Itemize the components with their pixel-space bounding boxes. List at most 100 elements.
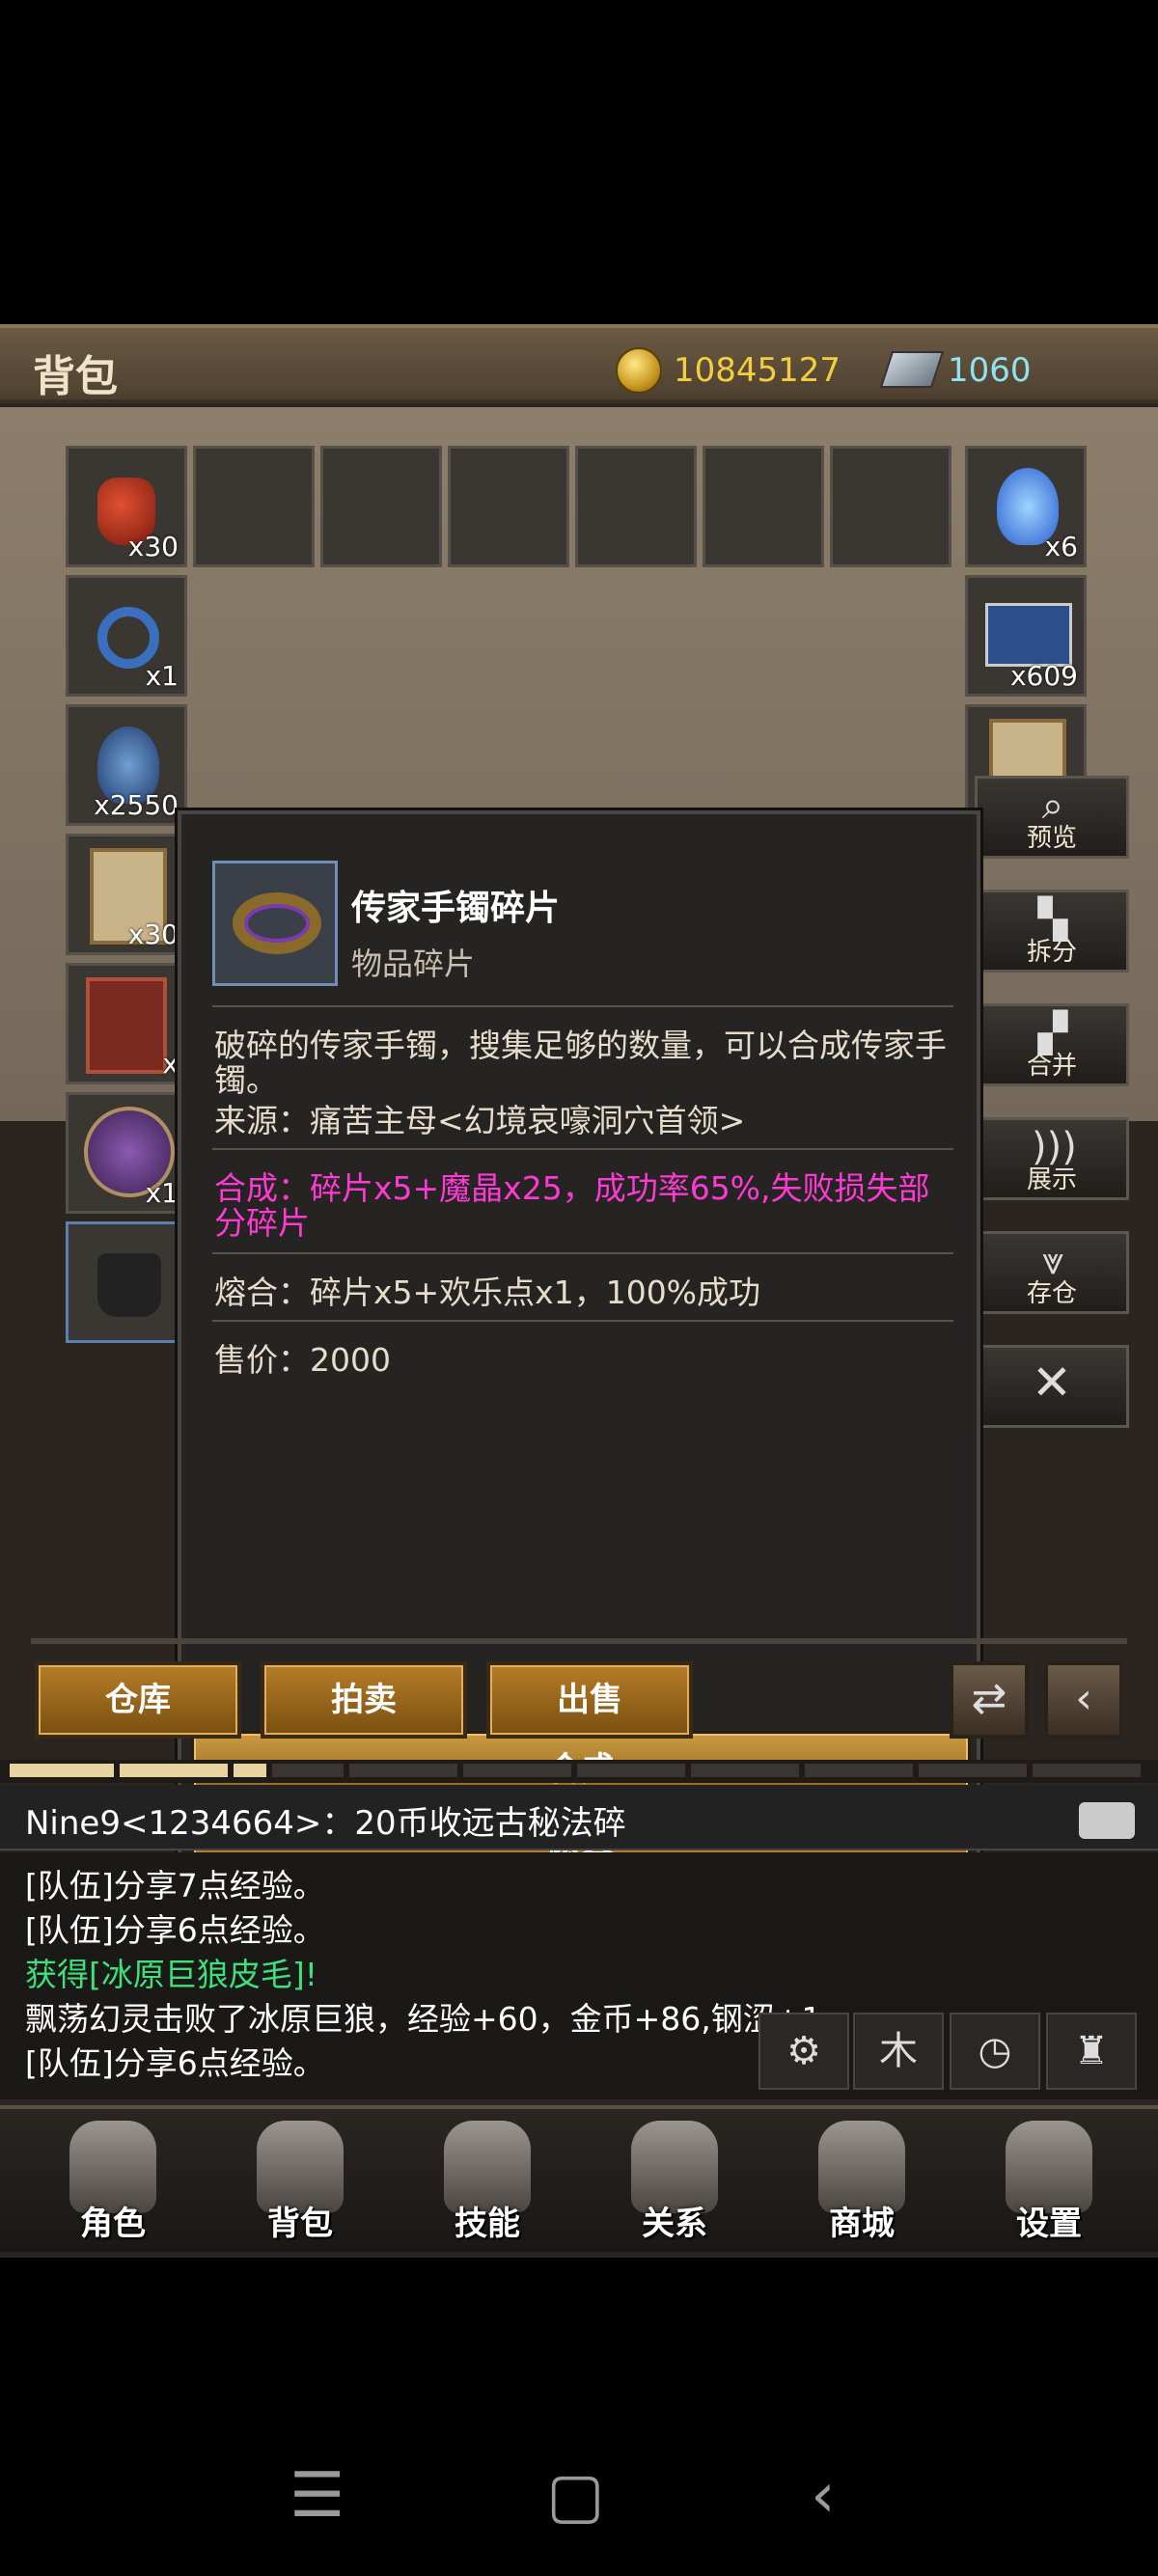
item-count: x	[162, 1048, 179, 1080]
chat-line: [队伍]分享6点经验。	[25, 1911, 325, 1949]
page-tab[interactable]	[805, 1764, 913, 1777]
chat-line: [队伍]分享7点经验。	[25, 1867, 325, 1905]
clock-icon[interactable]: ◷	[950, 2013, 1040, 2090]
item-count: x30	[127, 531, 179, 562]
page-tab[interactable]	[234, 1764, 266, 1777]
warehouse-button[interactable]: 仓库	[35, 1661, 241, 1739]
nav-bag[interactable]: 背包	[228, 2117, 372, 2252]
keyboard-icon[interactable]	[1079, 1802, 1135, 1839]
divider	[31, 1638, 1127, 1644]
item-name: 传家手镯碎片	[351, 889, 561, 928]
inventory-slot[interactable]	[703, 446, 824, 567]
nav-relations[interactable]: 关系	[602, 2117, 747, 2252]
inventory-slot[interactable]	[575, 446, 697, 567]
back-arrow-icon[interactable]: ‹	[1044, 1661, 1123, 1739]
page-title: 背包	[33, 352, 118, 401]
inventory-slot[interactable]	[830, 446, 951, 567]
inventory-slot[interactable]	[193, 446, 315, 567]
chat-line: 飘荡幻灵击败了冰原巨狼，经验+60，金币+86,钢涩+1	[25, 2000, 822, 2038]
divider	[212, 1005, 953, 1007]
chat-line: [队伍]分享6点经验。	[25, 2044, 325, 2082]
bracelet-icon	[233, 892, 321, 954]
page-tab[interactable]	[349, 1764, 457, 1777]
bottom-nav: 角色 背包 技能 关系 商城 设置	[0, 2105, 1158, 2252]
nav-label: 设置	[1016, 2205, 1082, 2243]
gold-amount: 10845127	[674, 351, 841, 390]
game-screen: 背包 10845127 1060 x30 x1 x2550 x30 x x1 x…	[0, 324, 1158, 2258]
inventory-slot[interactable]: x1	[66, 575, 187, 697]
inventory-slot[interactable]: x2550	[66, 704, 187, 826]
envelope-icon	[985, 603, 1072, 667]
item-count: x1	[145, 660, 179, 692]
sort-icon[interactable]: ⇄	[950, 1661, 1029, 1739]
bag-header: 背包 10845127 1060	[0, 324, 1158, 403]
sell-price: 售价：2000	[214, 1341, 391, 1379]
preview-label: 预览	[1026, 824, 1077, 853]
page-tab[interactable]	[120, 1764, 228, 1777]
nav-label: 商城	[829, 2205, 895, 2243]
item-description: 破碎的传家手镯，搜集足够的数量，可以合成传家手镯。	[214, 1027, 947, 1099]
nav-label: 背包	[267, 2205, 333, 2243]
sell-button[interactable]: 出售	[486, 1661, 693, 1739]
close-button[interactable]: ✕	[975, 1345, 1129, 1428]
auction-button[interactable]: 拍卖	[261, 1661, 467, 1739]
divider	[212, 1320, 953, 1322]
chat-line-loot: 获得[冰原巨狼皮毛]!	[25, 1956, 317, 1993]
skill-book-icon	[86, 977, 167, 1074]
gold-coin-icon	[616, 347, 662, 394]
tree-icon[interactable]: 木	[853, 2013, 944, 2090]
close-icon: ✕	[1032, 1355, 1072, 1411]
inventory-slot[interactable]: x609	[965, 575, 1087, 697]
boots-icon	[97, 1253, 161, 1317]
store-button[interactable]: ⩔ 存仓	[975, 1231, 1129, 1314]
item-source: 来源：痛苦主母<幻境哀嚎洞穴首领>	[214, 1102, 746, 1139]
item-type: 物品碎片	[351, 945, 476, 982]
nav-label: 关系	[642, 2205, 707, 2243]
split-label: 拆分	[1026, 938, 1077, 967]
show-button[interactable]: ))) 展示	[975, 1117, 1129, 1200]
page-tab[interactable]	[691, 1764, 799, 1777]
page-tab[interactable]	[1033, 1764, 1141, 1777]
back-icon[interactable]: ‹	[811, 2460, 836, 2532]
nav-settings[interactable]: 设置	[977, 2117, 1121, 2252]
nav-character[interactable]: 角色	[41, 2117, 185, 2252]
nav-shop[interactable]: 商城	[789, 2117, 934, 2252]
item-count: x6	[1044, 531, 1078, 562]
divider	[212, 1148, 953, 1150]
inventory-slot[interactable]: x6	[965, 446, 1087, 567]
home-icon[interactable]: ▢	[546, 2460, 604, 2532]
page-tabs	[0, 1760, 1158, 1783]
inventory-slot[interactable]: x30	[66, 446, 187, 567]
silver-ingot-icon	[879, 351, 945, 388]
synthesis-info: 合成：碎片x5+魔晶x25，成功率65%,失败损失部分碎片	[214, 1169, 930, 1242]
world-chat-message: Nine9<1234664>：20币收远古秘法碎	[25, 1804, 626, 1843]
inventory-slot[interactable]	[448, 446, 569, 567]
recent-apps-icon[interactable]: ☰	[290, 2460, 345, 2532]
split-button[interactable]: ▚ 拆分	[975, 890, 1129, 973]
trophy-icon[interactable]: ♜	[1046, 2013, 1137, 2090]
gem-amount: 1060	[948, 351, 1032, 390]
nav-label: 角色	[80, 2205, 146, 2243]
nav-label: 技能	[455, 2205, 520, 2243]
inventory-slot[interactable]: x30	[66, 834, 187, 955]
page-tab[interactable]	[10, 1764, 114, 1777]
auto-battle-icon[interactable]: ⚙	[758, 2013, 849, 2090]
inventory-slot[interactable]: x1	[66, 1092, 187, 1214]
preview-button[interactable]: ⌕ 预览	[975, 776, 1129, 859]
inventory-slot[interactable]	[320, 446, 442, 567]
divider	[212, 1252, 953, 1254]
inventory-slot-selected[interactable]	[66, 1221, 187, 1343]
page-tab[interactable]	[577, 1764, 685, 1777]
merge-label: 合并	[1026, 1052, 1077, 1081]
merge-button[interactable]: ▞ 合并	[975, 1003, 1129, 1086]
show-label: 展示	[1026, 1165, 1077, 1194]
inventory-slot[interactable]: x	[66, 963, 187, 1084]
item-icon-box	[212, 861, 338, 986]
page-tab[interactable]	[463, 1764, 571, 1777]
page-tab[interactable]	[919, 1764, 1027, 1777]
page-tab[interactable]	[272, 1764, 344, 1777]
item-count: x2550	[94, 789, 179, 821]
world-chat-bar[interactable]: Nine9<1234664>：20币收远古秘法碎	[0, 1785, 1158, 1850]
nav-skills[interactable]: 技能	[415, 2117, 560, 2252]
item-count: x609	[1009, 660, 1078, 692]
